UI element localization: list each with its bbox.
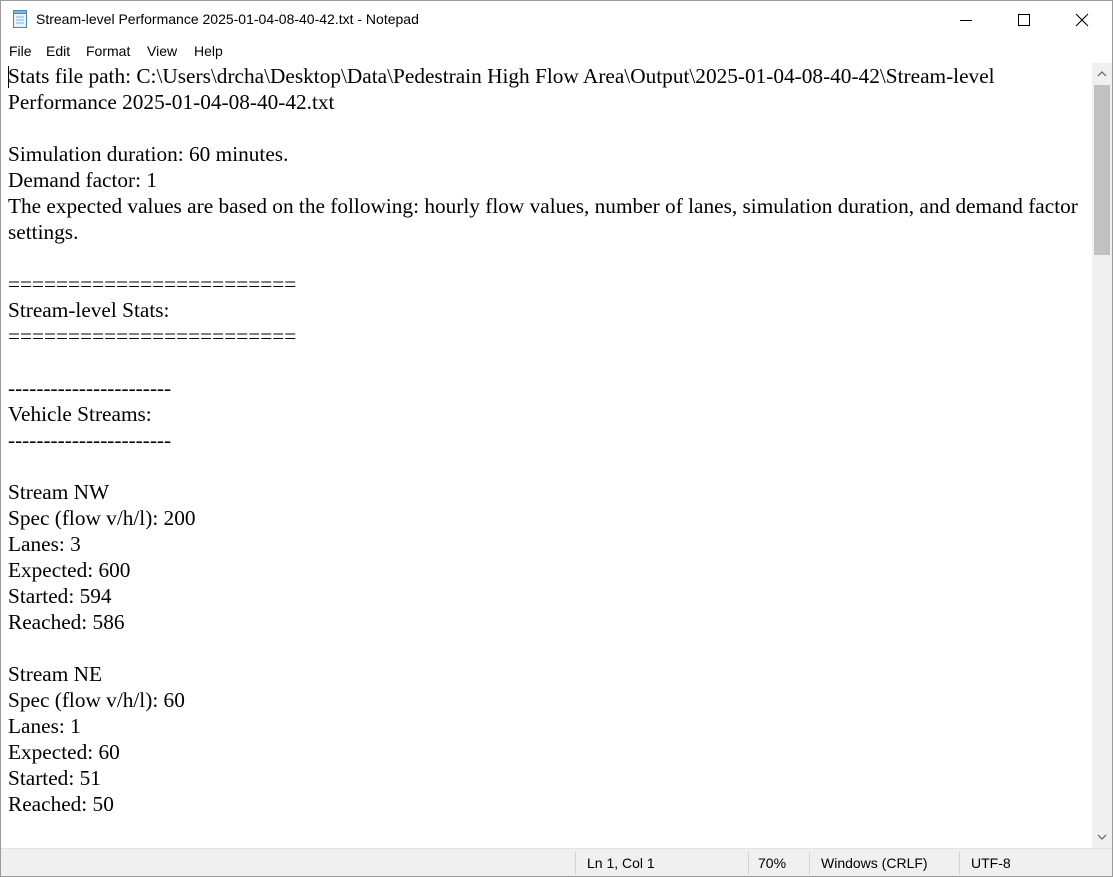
menu-file[interactable]: File [9, 43, 32, 59]
status-divider [748, 852, 749, 874]
file-encoding: UTF-8 [971, 855, 1011, 871]
menu-edit[interactable]: Edit [46, 43, 70, 59]
maximize-icon [1018, 14, 1030, 26]
close-icon [1075, 13, 1089, 27]
vertical-scrollbar[interactable] [1092, 63, 1112, 848]
window-title: Stream-level Performance 2025-01-04-08-4… [36, 11, 419, 27]
zoom-level: 70% [758, 855, 787, 871]
maximize-button[interactable] [995, 1, 1053, 39]
close-button[interactable] [1053, 1, 1111, 39]
title-bar[interactable]: Stream-level Performance 2025-01-04-08-4… [1, 1, 1112, 39]
minimize-icon [960, 20, 972, 21]
scroll-down-button[interactable] [1092, 826, 1112, 848]
cursor-position: Ln 1, Col 1 [587, 855, 655, 871]
status-divider [959, 852, 960, 874]
scroll-up-button[interactable] [1092, 63, 1112, 85]
chevron-up-icon [1097, 71, 1107, 77]
minimize-button[interactable] [937, 1, 995, 39]
chevron-down-icon [1097, 834, 1107, 840]
text-editor[interactable]: Stats file path: C:\Users\drcha\Desktop\… [1, 63, 1092, 848]
menu-format[interactable]: Format [86, 43, 130, 59]
menu-bar: File Edit Format View Help [1, 39, 1112, 63]
notepad-icon [12, 10, 28, 28]
status-divider [809, 852, 810, 874]
scroll-thumb[interactable] [1094, 85, 1110, 255]
menu-help[interactable]: Help [194, 43, 223, 59]
document-text[interactable]: Stats file path: C:\Users\drcha\Desktop\… [8, 63, 1088, 817]
text-caret [8, 66, 9, 88]
status-divider [575, 852, 576, 874]
status-bar: Ln 1, Col 1 70% Windows (CRLF) UTF-8 [1, 848, 1112, 876]
notepad-window: Stream-level Performance 2025-01-04-08-4… [0, 0, 1113, 877]
menu-view[interactable]: View [147, 43, 177, 59]
line-ending: Windows (CRLF) [821, 855, 928, 871]
